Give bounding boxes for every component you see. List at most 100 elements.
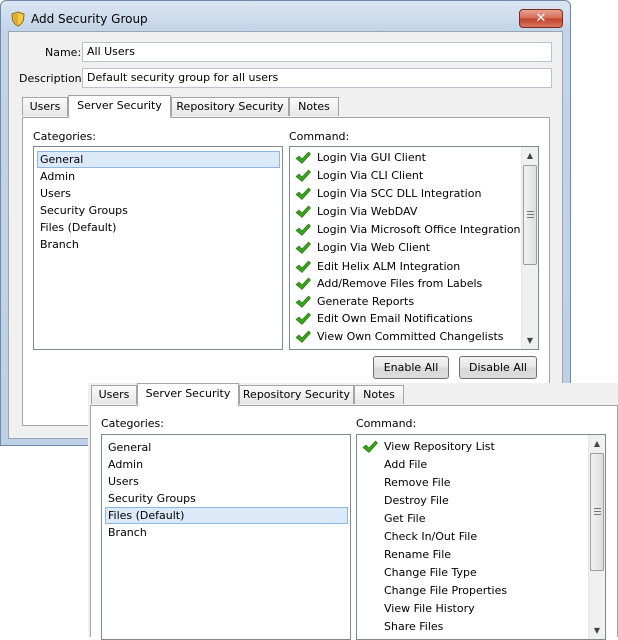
command-item[interactable]: Login Via GUI Client <box>292 149 520 167</box>
tab-bar: Users Server Security Repository Securit… <box>88 383 488 406</box>
command-item[interactable]: Generate Reports <box>292 293 520 311</box>
tab-bar: Users Server Security Repository Securit… <box>22 95 422 118</box>
command-item[interactable]: Remove File <box>359 474 587 492</box>
category-item-branch[interactable]: Branch <box>37 236 280 253</box>
tab-server-security[interactable]: Server Security <box>68 95 171 118</box>
command-label-text: Add/Remove Files from Labels <box>317 277 483 290</box>
scroll-up-icon[interactable]: ▲ <box>589 435 605 452</box>
command-item[interactable]: Check In/Out File <box>359 528 587 546</box>
command-label-text: Edit Helix ALM Integration <box>317 260 461 273</box>
command-item[interactable]: Add/Remove Files from Labels <box>292 275 520 293</box>
checkmark-icon <box>295 223 311 236</box>
command-item[interactable]: Login Via SCC DLL Integration <box>292 185 520 203</box>
category-item-branch[interactable]: Branch <box>105 524 348 541</box>
category-item-general[interactable]: General <box>37 151 280 168</box>
title-bar[interactable]: Add Security Group ✕ <box>1 1 570 35</box>
command-list-scrollbar[interactable]: ▲ ▼ <box>521 147 538 349</box>
command-item[interactable]: Change File Type <box>359 564 587 582</box>
tab-repository-security[interactable]: Repository Security <box>239 385 354 404</box>
command-label-text: Share Files <box>384 620 444 633</box>
scroll-up-icon[interactable]: ▲ <box>522 147 538 164</box>
category-item-users[interactable]: Users <box>37 185 280 202</box>
tab-repository-security[interactable]: Repository Security <box>171 97 289 116</box>
categories-list[interactable]: General Admin Users Security Groups File… <box>33 146 283 350</box>
categories-label: Categories: <box>101 417 164 430</box>
checkmark-icon <box>295 260 311 273</box>
command-label-text: Login Via SCC DLL Integration <box>317 187 482 200</box>
shield-icon <box>11 11 25 27</box>
command-label-text: Login Via CLI Client <box>317 169 424 182</box>
command-item[interactable]: Login Via Microsoft Office Integration <box>292 221 521 239</box>
command-label-text: View Repository List <box>384 440 495 453</box>
close-button[interactable]: ✕ <box>519 9 563 28</box>
command-label-text: Add File <box>384 458 428 471</box>
category-item-admin[interactable]: Admin <box>105 456 348 473</box>
command-list[interactable]: View Repository List Add File Remove Fil… <box>356 434 606 640</box>
command-label-text: View Own Committed Changelists <box>317 330 504 343</box>
command-item[interactable]: Edit Own Email Notifications <box>292 310 520 328</box>
command-label-text: Remove File <box>384 476 451 489</box>
checkmark-icon <box>295 169 311 182</box>
tab-users[interactable]: Users <box>91 385 137 404</box>
categories-list[interactable]: General Admin Users Security Groups File… <box>101 434 351 640</box>
repository-files-view: Users Server Security Repository Securit… <box>88 383 618 640</box>
scroll-thumb[interactable] <box>590 453 604 571</box>
tab-server-security[interactable]: Server Security <box>137 383 239 406</box>
command-item[interactable]: Login Via Web Client <box>292 239 520 257</box>
name-label: Name: <box>45 46 82 59</box>
category-item-files-default[interactable]: Files (Default) <box>37 219 280 236</box>
command-item[interactable]: Rename File <box>359 546 587 564</box>
command-item[interactable]: Get File <box>359 510 587 528</box>
category-item-admin[interactable]: Admin <box>37 168 280 185</box>
command-label-text: Change File Type <box>384 566 477 579</box>
command-label-text: Generate Reports <box>317 295 415 308</box>
category-item-files-default[interactable]: Files (Default) <box>105 507 348 524</box>
category-item-security-groups[interactable]: Security Groups <box>105 490 348 507</box>
command-list[interactable]: Login Via GUI Client Login Via CLI Clien… <box>289 146 539 350</box>
command-label: Command: <box>356 417 417 430</box>
command-item[interactable]: Edit Helix ALM Integration <box>292 258 520 276</box>
description-label: Description: <box>19 72 86 85</box>
command-item[interactable]: View Own Committed Changelists <box>292 328 520 346</box>
enable-all-button[interactable]: Enable All <box>373 356 449 379</box>
command-item[interactable]: View Repository List <box>359 438 587 456</box>
command-item[interactable]: Add File <box>359 456 587 474</box>
command-label-text: Destroy File <box>384 494 449 507</box>
command-label-text: Change File Properties <box>384 584 508 597</box>
window-title: Add Security Group <box>31 12 148 26</box>
checkmark-icon <box>295 277 311 290</box>
command-label: Command: <box>289 130 350 143</box>
checkmark-icon <box>295 312 311 325</box>
server-security-panel: Categories: Command: General Admin Users… <box>90 405 618 640</box>
name-input[interactable]: All Users <box>82 42 552 62</box>
add-security-group-window: Add Security Group ✕ Name: All Users Des… <box>0 0 571 446</box>
tab-users[interactable]: Users <box>22 97 68 116</box>
tab-notes[interactable]: Notes <box>289 97 339 116</box>
scroll-down-icon[interactable]: ▼ <box>522 332 538 349</box>
command-label-text: Get File <box>384 512 426 525</box>
command-list-scrollbar[interactable]: ▲ ▼ <box>588 435 605 639</box>
checkmark-icon <box>295 205 311 218</box>
command-label-text: View File History <box>384 602 475 615</box>
category-item-security-groups[interactable]: Security Groups <box>37 202 280 219</box>
close-icon: ✕ <box>535 11 547 26</box>
command-item[interactable]: View File History <box>359 600 587 618</box>
scroll-thumb[interactable] <box>523 165 537 265</box>
checkmark-icon <box>295 295 311 308</box>
command-item[interactable]: Login Via CLI Client <box>292 167 520 185</box>
description-input[interactable]: Default security group for all users <box>82 68 552 88</box>
command-item[interactable]: Login Via WebDAV <box>292 203 520 221</box>
checkmark-icon <box>295 151 311 164</box>
scroll-down-icon[interactable]: ▼ <box>589 622 605 639</box>
tab-notes[interactable]: Notes <box>354 385 404 404</box>
disable-all-button[interactable]: Disable All <box>459 356 537 379</box>
command-label-text: Rename File <box>384 548 452 561</box>
command-item[interactable]: Destroy File <box>359 492 587 510</box>
checkmark-icon <box>362 440 378 453</box>
command-label-text: Edit Own Email Notifications <box>317 312 473 325</box>
dialog-body: Name: All Users Description: Default sec… <box>8 31 563 439</box>
command-item[interactable]: Change File Properties <box>359 582 587 600</box>
command-item[interactable]: Share Files <box>359 618 587 636</box>
category-item-users[interactable]: Users <box>105 473 348 490</box>
category-item-general[interactable]: General <box>105 439 348 456</box>
